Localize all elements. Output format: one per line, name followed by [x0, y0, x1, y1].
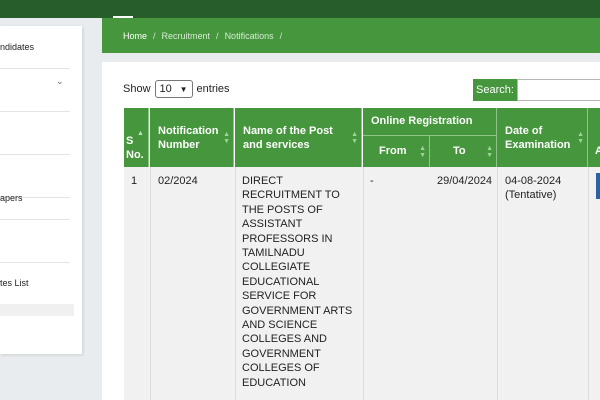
sidebar-item-3[interactable] — [0, 112, 70, 155]
breadcrumb-separator: / — [153, 30, 156, 41]
breadcrumb-recruitment[interactable]: Recruitment — [162, 31, 211, 41]
column-divider — [588, 167, 589, 400]
sidebar-item-6[interactable] — [0, 220, 70, 263]
cell-post-name: DIRECT RECRUITMENT TO THE POSTS OF ASSIS… — [242, 175, 353, 389]
top-bar — [0, 0, 600, 18]
chevron-down-icon[interactable]: ⌄ — [56, 76, 64, 87]
sort-icon: ▲ ▼ — [223, 130, 230, 145]
breadcrumb-separator: / — [216, 30, 219, 41]
column-header-label: To — [453, 145, 466, 157]
sidebar-item-candidates[interactable]: ndidates — [0, 26, 70, 69]
cell-notification-number: 02/2024 — [158, 175, 198, 187]
breadcrumb-separator: / — [279, 30, 283, 41]
column-divider — [235, 167, 236, 400]
chevron-down-icon: ▼ — [179, 84, 188, 94]
search-input[interactable] — [517, 79, 600, 101]
cell-sno: 1 — [131, 175, 138, 187]
entries-length-control: Show 10 ▼ entries — [123, 80, 230, 98]
breadcrumb-notifications[interactable]: Notifications — [225, 31, 274, 41]
column-header-label: Online Registration — [371, 115, 473, 127]
sort-icon: ▲ ▼ — [351, 130, 358, 145]
column-divider — [363, 167, 364, 400]
entries-select-value: 10 — [159, 83, 172, 95]
search-label: Search: — [473, 79, 517, 101]
column-header-label: A — [595, 145, 600, 157]
column-header-notification-number[interactable]: Notification Number ▲ ▼ — [150, 108, 234, 167]
sidebar-item-papers[interactable]: apers — [0, 177, 70, 220]
sidebar-item-label: apers — [0, 193, 23, 203]
entries-select[interactable]: 10 ▼ — [154, 80, 193, 98]
sidebar-footer-divider — [0, 304, 74, 316]
cell-from: - — [370, 175, 374, 187]
column-divider — [150, 167, 151, 400]
column-header-label: Date of Examination — [505, 124, 571, 151]
column-header-label: Notification Number — [158, 124, 219, 151]
column-header-from[interactable]: From ▲ ▼ — [363, 136, 430, 167]
column-header-label: Name of the Post and services — [243, 124, 333, 151]
sort-icon: ▲ ▼ — [577, 130, 584, 145]
sidebar: ndidates ⌄ apers tes List — [0, 26, 82, 354]
sort-icon: ▲ ▼ — [486, 144, 493, 159]
column-header-action[interactable]: A — [588, 108, 600, 167]
view-button[interactable] — [596, 173, 600, 199]
column-header-label: From — [379, 145, 407, 157]
show-label: Show — [123, 83, 151, 95]
column-header-sno[interactable]: S No. ▲ — [124, 108, 149, 167]
sort-icon: ▲ ▼ — [419, 144, 426, 159]
column-header-to[interactable]: To ▲ ▼ — [430, 136, 497, 167]
column-header-exam-date[interactable]: Date of Examination ▲ ▼ — [497, 108, 588, 167]
breadcrumb-home[interactable]: Home — [123, 31, 147, 41]
breadcrumb: Home / Recruitment / Notifications / — [102, 18, 600, 53]
cell-to: 29/04/2024 — [437, 175, 493, 187]
sidebar-item-label: ndidates — [0, 42, 35, 52]
column-divider — [497, 167, 498, 400]
column-header-label: S No. — [126, 135, 144, 161]
sort-icon: ▲ — [137, 130, 144, 137]
column-header-post-name[interactable]: Name of the Post and services ▲ ▼ — [235, 108, 362, 167]
entries-label: entries — [196, 83, 230, 95]
sidebar-item-list[interactable]: tes List — [0, 262, 70, 305]
cell-exam-date: 04-08-2024 (Tentative) — [505, 175, 562, 202]
sidebar-item-label: tes List — [0, 278, 29, 288]
column-header-online-registration: Online Registration — [363, 108, 497, 136]
